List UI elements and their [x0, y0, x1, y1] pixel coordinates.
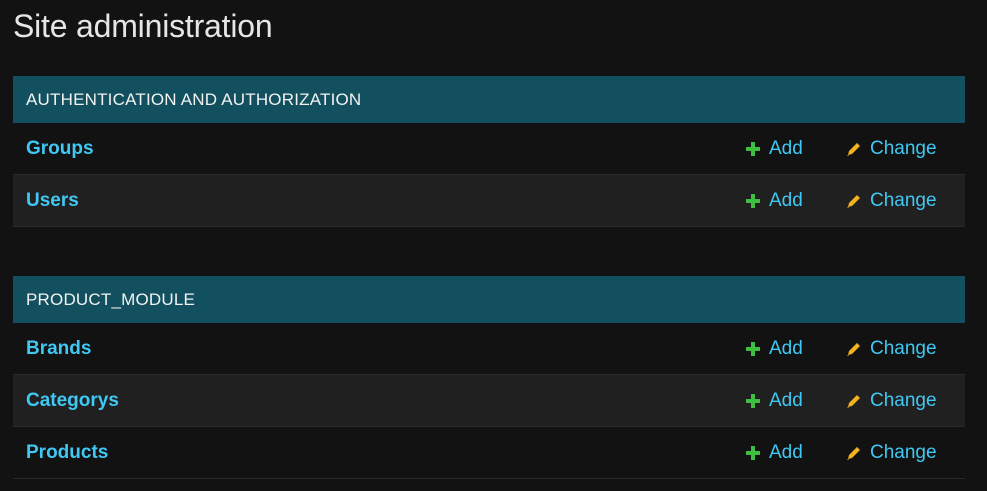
module-product-module: PRODUCT_MODULE Brands Add Change Categor…: [13, 276, 965, 479]
model-row-products: Products Add Change: [13, 427, 965, 479]
add-label: Add: [769, 337, 803, 359]
module-header: AUTHENTICATION AND AUTHORIZATION: [13, 76, 965, 123]
add-label: Add: [769, 189, 803, 211]
plus-icon: [746, 193, 760, 208]
model-link-groups[interactable]: Groups: [26, 138, 94, 160]
model-link-categorys[interactable]: Categorys: [26, 390, 119, 412]
model-link-brands[interactable]: Brands: [26, 338, 91, 360]
add-label: Add: [769, 441, 803, 463]
module-authentication-and-authorization: AUTHENTICATION AND AUTHORIZATION Groups …: [13, 76, 965, 227]
plus-icon: [746, 341, 760, 356]
add-products-button[interactable]: Add: [745, 442, 803, 464]
model-link-users[interactable]: Users: [26, 190, 79, 212]
plus-icon: [746, 141, 760, 156]
model-link-products[interactable]: Products: [26, 442, 108, 464]
change-brands-button[interactable]: Change: [845, 338, 937, 360]
admin-page: Site administration AUTHENTICATION AND A…: [0, 0, 987, 491]
change-label: Change: [870, 189, 937, 211]
pencil-icon: [847, 394, 860, 408]
pencil-icon: [847, 342, 860, 356]
change-users-button[interactable]: Change: [845, 190, 937, 212]
model-row-brands: Brands Add Change: [13, 323, 965, 375]
model-row-groups: Groups Add Change: [13, 123, 965, 175]
plus-icon: [746, 445, 760, 460]
change-label: Change: [870, 137, 937, 159]
change-groups-button[interactable]: Change: [845, 138, 937, 160]
model-row-categorys: Categorys Add Change: [13, 375, 965, 427]
add-brands-button[interactable]: Add: [745, 338, 803, 360]
model-row-users: Users Add Change: [13, 175, 965, 227]
pencil-icon: [847, 142, 860, 156]
add-users-button[interactable]: Add: [745, 190, 803, 212]
plus-icon: [746, 393, 760, 408]
pencil-icon: [847, 194, 860, 208]
pencil-icon: [847, 446, 860, 460]
change-label: Change: [870, 337, 937, 359]
module-header: PRODUCT_MODULE: [13, 276, 965, 323]
add-groups-button[interactable]: Add: [745, 138, 803, 160]
add-label: Add: [769, 137, 803, 159]
page-title: Site administration: [13, 8, 273, 44]
change-label: Change: [870, 441, 937, 463]
change-label: Change: [870, 389, 937, 411]
change-categorys-button[interactable]: Change: [845, 390, 937, 412]
add-categorys-button[interactable]: Add: [745, 390, 803, 412]
add-label: Add: [769, 389, 803, 411]
change-products-button[interactable]: Change: [845, 442, 937, 464]
